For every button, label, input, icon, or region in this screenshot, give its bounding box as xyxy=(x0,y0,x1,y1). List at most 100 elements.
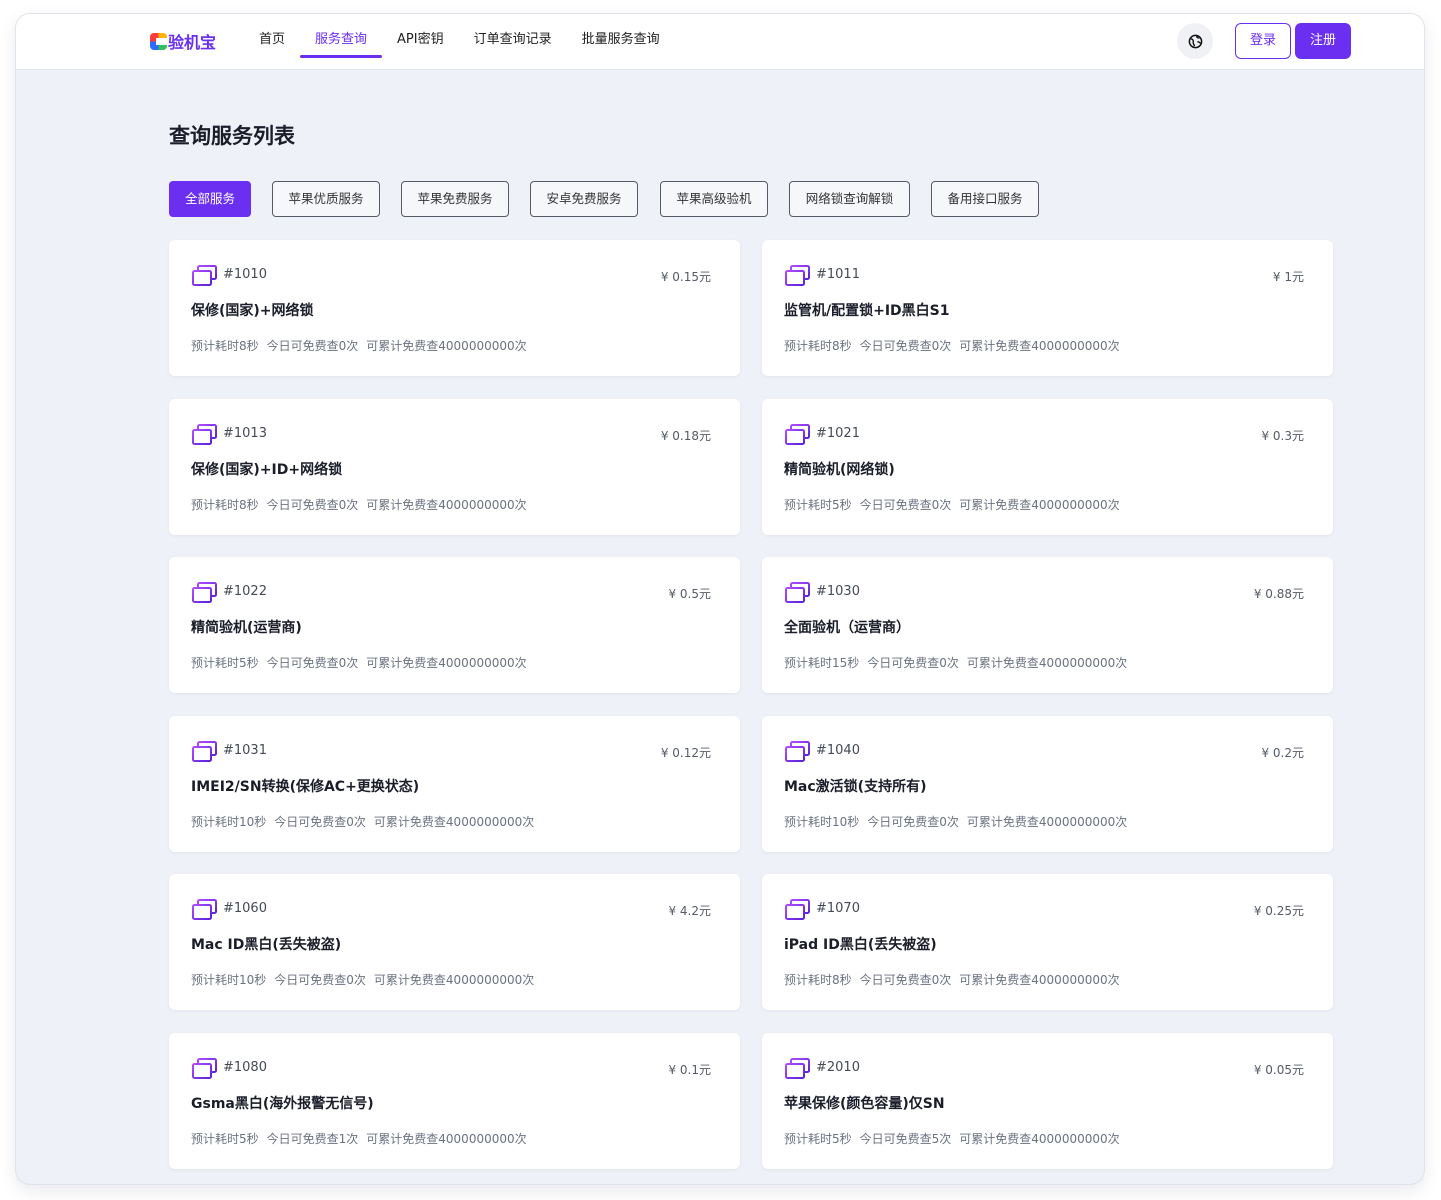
service-meta: 预计耗时5秒 今日可免费查1次 可累计免费查4000000000次 xyxy=(191,1130,527,1147)
service-card[interactable]: #1021 ¥ 0.3元 精简验机(网络锁) 预计耗时5秒 今日可免费查0次 可… xyxy=(762,399,1333,535)
service-est-time: 预计耗时5秒 xyxy=(191,656,259,670)
service-today-free: 今日可免费查0次 xyxy=(274,973,366,987)
service-today-free: 今日可免费查0次 xyxy=(867,656,959,670)
service-total-free: 可累计免费查4000000000次 xyxy=(959,1132,1120,1146)
service-total-free: 可累计免费查4000000000次 xyxy=(373,973,535,987)
service-card[interactable]: #1013 ¥ 0.18元 保修(国家)+ID+网络锁 预计耗时8秒 今日可免费… xyxy=(169,399,740,535)
service-id: #1031 xyxy=(223,743,267,758)
service-meta: 预计耗时8秒 今日可免费查0次 可累计免费查4000000000次 xyxy=(784,971,1120,988)
service-card[interactable]: #2010 ¥ 0.05元 苹果保修(颜色容量)仅SN 预计耗时5秒 今日可免费… xyxy=(762,1033,1333,1169)
service-id: #1070 xyxy=(816,901,860,916)
nav-item-home[interactable]: 首页 xyxy=(244,14,300,69)
cards-icon xyxy=(785,1058,810,1079)
service-today-free: 今日可免费查0次 xyxy=(859,339,952,353)
cards-icon xyxy=(192,582,217,603)
service-today-free: 今日可免费查0次 xyxy=(266,656,359,670)
service-est-time: 预计耗时10秒 xyxy=(784,815,860,829)
language-button[interactable] xyxy=(1177,23,1213,59)
service-today-free: 今日可免费查0次 xyxy=(867,815,959,829)
nav-item-order-records[interactable]: 订单查询记录 xyxy=(459,14,567,69)
service-price: ¥ 0.25元 xyxy=(1253,904,1304,918)
logo-mark-icon xyxy=(150,32,167,50)
cards-icon xyxy=(192,741,217,762)
service-price: ¥ 0.2元 xyxy=(1261,746,1304,760)
service-today-free: 今日可免费查0次 xyxy=(859,973,952,987)
service-card[interactable]: #1080 ¥ 0.1元 Gsma黑白(海外报警无信号) 预计耗时5秒 今日可免… xyxy=(169,1033,740,1169)
globe-icon xyxy=(1188,34,1202,48)
service-id: #1080 xyxy=(223,1060,267,1075)
service-price: ¥ 0.18元 xyxy=(660,429,711,443)
service-total-free: 可累计免费查4000000000次 xyxy=(366,339,527,353)
service-total-free: 可累计免费查4000000000次 xyxy=(959,498,1120,512)
register-button[interactable]: 注册 xyxy=(1295,23,1351,59)
service-meta: 预计耗时10秒 今日可免费查0次 可累计免费查4000000000次 xyxy=(191,813,534,830)
service-title: 全面验机（运营商） xyxy=(784,620,910,636)
filter-apple-free[interactable]: 苹果免费服务 xyxy=(401,181,509,217)
service-card[interactable]: #1011 ¥ 1元 监管机/配置锁+ID黑白S1 预计耗时8秒 今日可免费查0… xyxy=(762,240,1333,376)
service-meta: 预计耗时15秒 今日可免费查0次 可累计免费查4000000000次 xyxy=(784,654,1127,671)
service-meta: 预计耗时5秒 今日可免费查0次 可累计免费查4000000000次 xyxy=(191,654,527,671)
service-card[interactable]: #1010 ¥ 0.15元 保修(国家)+网络锁 预计耗时8秒 今日可免费查0次… xyxy=(169,240,740,376)
service-est-time: 预计耗时8秒 xyxy=(784,973,852,987)
service-title: iPad ID黑白(丢失被盗) xyxy=(784,937,937,953)
service-title: IMEI2/SN转换(保修AC+更换状态) xyxy=(191,779,420,795)
service-card[interactable]: #1031 ¥ 0.12元 IMEI2/SN转换(保修AC+更换状态) 预计耗时… xyxy=(169,716,740,852)
service-est-time: 预计耗时5秒 xyxy=(191,1132,259,1146)
main-nav: 首页 服务查询 API密钥 订单查询记录 批量服务查询 xyxy=(244,14,675,69)
service-card[interactable]: #1022 ¥ 0.5元 精简验机(运营商) 预计耗时5秒 今日可免费查0次 可… xyxy=(169,557,740,693)
cards-icon xyxy=(785,899,810,920)
service-today-free: 今日可免费查0次 xyxy=(266,339,359,353)
service-card[interactable]: #1060 ¥ 4.2元 Mac ID黑白(丢失被盗) 预计耗时10秒 今日可免… xyxy=(169,874,740,1010)
cards-icon xyxy=(785,424,810,445)
service-id: #1010 xyxy=(223,267,267,282)
service-id: #2010 xyxy=(816,1060,860,1075)
service-meta: 预计耗时10秒 今日可免费查0次 可累计免费查4000000000次 xyxy=(784,813,1127,830)
filter-all-services[interactable]: 全部服务 xyxy=(169,181,251,217)
browser-window: 验机宝 首页 服务查询 API密钥 订单查询记录 批量服务查询 登录 注册 查询… xyxy=(16,14,1424,1184)
nav-item-api-key[interactable]: API密钥 xyxy=(382,14,459,69)
service-id: #1021 xyxy=(816,426,860,441)
service-card[interactable]: #1070 ¥ 0.25元 iPad ID黑白(丢失被盗) 预计耗时8秒 今日可… xyxy=(762,874,1333,1010)
service-est-time: 预计耗时15秒 xyxy=(784,656,860,670)
service-price: ¥ 0.12元 xyxy=(660,746,711,760)
site-logo[interactable]: 验机宝 xyxy=(150,29,216,53)
service-meta: 预计耗时5秒 今日可免费查0次 可累计免费查4000000000次 xyxy=(784,496,1120,513)
service-est-time: 预计耗时10秒 xyxy=(191,973,267,987)
service-est-time: 预计耗时8秒 xyxy=(191,498,259,512)
filter-network-lock[interactable]: 网络锁查询解锁 xyxy=(789,181,910,217)
service-id: #1030 xyxy=(816,584,860,599)
login-button[interactable]: 登录 xyxy=(1235,23,1291,59)
service-price: ¥ 0.05元 xyxy=(1253,1063,1304,1077)
service-est-time: 预计耗时5秒 xyxy=(784,498,852,512)
service-price: ¥ 0.1元 xyxy=(668,1063,711,1077)
cards-icon xyxy=(785,582,810,603)
service-today-free: 今日可免费查5次 xyxy=(859,1132,952,1146)
service-meta: 预计耗时5秒 今日可免费查5次 可累计免费查4000000000次 xyxy=(784,1130,1120,1147)
service-total-free: 可累计免费查4000000000次 xyxy=(373,815,535,829)
service-title: Gsma黑白(海外报警无信号) xyxy=(191,1096,374,1112)
service-title: 苹果保修(颜色容量)仅SN xyxy=(784,1096,945,1112)
service-card[interactable]: #1040 ¥ 0.2元 Mac激活锁(支持所有) 预计耗时10秒 今日可免费查… xyxy=(762,716,1333,852)
cards-icon xyxy=(785,265,810,286)
filter-apple-advanced[interactable]: 苹果高级验机 xyxy=(660,181,768,217)
filter-apple-premium[interactable]: 苹果优质服务 xyxy=(272,181,380,217)
filter-backup-api[interactable]: 备用接口服务 xyxy=(931,181,1039,217)
nav-item-batch-query[interactable]: 批量服务查询 xyxy=(567,14,675,69)
service-price: ¥ 0.3元 xyxy=(1261,429,1304,443)
service-total-free: 可累计免费查4000000000次 xyxy=(366,656,527,670)
service-title: 精简验机(网络锁) xyxy=(784,462,895,478)
cards-icon xyxy=(192,424,217,445)
service-price: ¥ 0.5元 xyxy=(668,587,711,601)
nav-item-service-query[interactable]: 服务查询 xyxy=(300,14,383,69)
service-est-time: 预计耗时8秒 xyxy=(191,339,259,353)
service-total-free: 可累计免费查4000000000次 xyxy=(966,815,1128,829)
service-price: ¥ 0.88元 xyxy=(1253,587,1304,601)
filter-android-free[interactable]: 安卓免费服务 xyxy=(530,181,638,217)
page-title: 查询服务列表 xyxy=(169,124,295,148)
cards-icon xyxy=(192,1058,217,1079)
service-price: ¥ 4.2元 xyxy=(668,904,711,918)
service-est-time: 预计耗时10秒 xyxy=(191,815,267,829)
service-title: 监管机/配置锁+ID黑白S1 xyxy=(784,303,950,319)
service-price: ¥ 0.15元 xyxy=(660,270,711,284)
service-card[interactable]: #1030 ¥ 0.88元 全面验机（运营商） 预计耗时15秒 今日可免费查0次… xyxy=(762,557,1333,693)
